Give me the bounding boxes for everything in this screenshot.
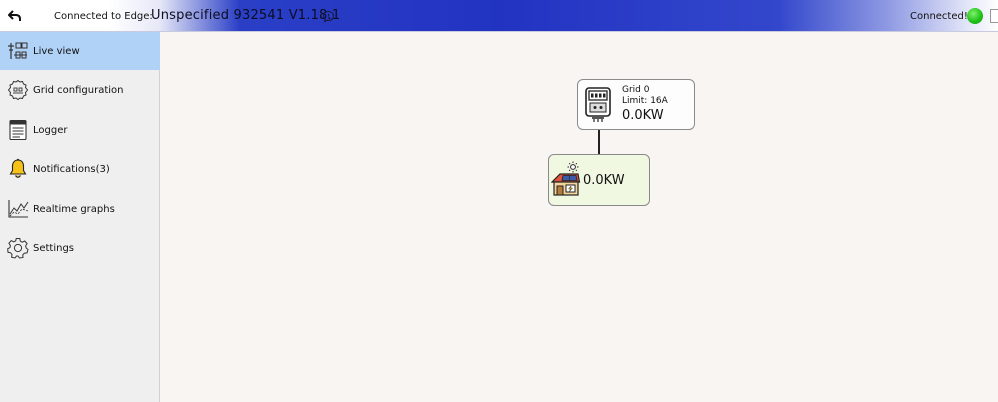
sidebar-item-settings[interactable]: Settings bbox=[0, 229, 160, 267]
sidebar-item-realtime-graphs[interactable]: Realtime graphs bbox=[0, 190, 160, 228]
grid-connection-line bbox=[598, 130, 600, 154]
sidebar-item-label: Settings bbox=[33, 242, 75, 254]
grid-title: Grid 0 bbox=[622, 85, 650, 95]
message-icon[interactable] bbox=[322, 10, 335, 23]
grid-limit: Limit: 16A bbox=[622, 96, 668, 106]
top-bar: Connected to Edge: Unspecified 932541 V1… bbox=[0, 0, 998, 32]
gear-icon bbox=[7, 237, 29, 259]
sidebar-item-label: Logger bbox=[33, 124, 68, 136]
grid-node[interactable]: Grid 0 Limit: 16A 0.0KW bbox=[577, 79, 695, 130]
graph-icon bbox=[7, 198, 29, 220]
back-arrow-icon bbox=[8, 10, 21, 21]
sidebar-item-logger[interactable]: Logger bbox=[0, 111, 160, 149]
connection-status-led bbox=[967, 8, 983, 24]
device-name: Unspecified 932541 V1.18.1 bbox=[151, 8, 340, 23]
back-button[interactable] bbox=[6, 7, 24, 25]
sidebar-item-label: Realtime graphs bbox=[33, 203, 115, 215]
connection-label: Connected to Edge: bbox=[54, 11, 153, 22]
grid-power: 0.0KW bbox=[622, 108, 664, 123]
grid-config-icon bbox=[7, 79, 29, 101]
bell-icon bbox=[7, 158, 29, 180]
device-name-text: Unspecified 932541 bbox=[151, 8, 285, 23]
sidebar-item-label: Grid configuration bbox=[33, 84, 124, 96]
live-view-icon bbox=[7, 40, 29, 62]
solar-house-icon bbox=[551, 161, 581, 196]
window-control[interactable] bbox=[990, 9, 998, 23]
electric-meter-icon bbox=[585, 87, 611, 122]
sidebar-item-grid-configuration[interactable]: Grid configuration bbox=[0, 71, 160, 109]
sidebar-item-live-view[interactable]: Live view bbox=[0, 32, 160, 70]
house-node[interactable]: 0.0KW bbox=[548, 154, 650, 206]
sidebar-item-label: Notifications(3) bbox=[33, 163, 110, 175]
sidebar-item-notifications[interactable]: Notifications(3) bbox=[0, 150, 160, 188]
logger-icon bbox=[7, 119, 29, 141]
sidebar-item-label: Live view bbox=[33, 45, 80, 57]
sidebar: Live view Grid configuration Logger Noti… bbox=[0, 32, 160, 402]
house-power: 0.0KW bbox=[583, 173, 625, 188]
connection-status-text: Connected! bbox=[910, 11, 968, 22]
